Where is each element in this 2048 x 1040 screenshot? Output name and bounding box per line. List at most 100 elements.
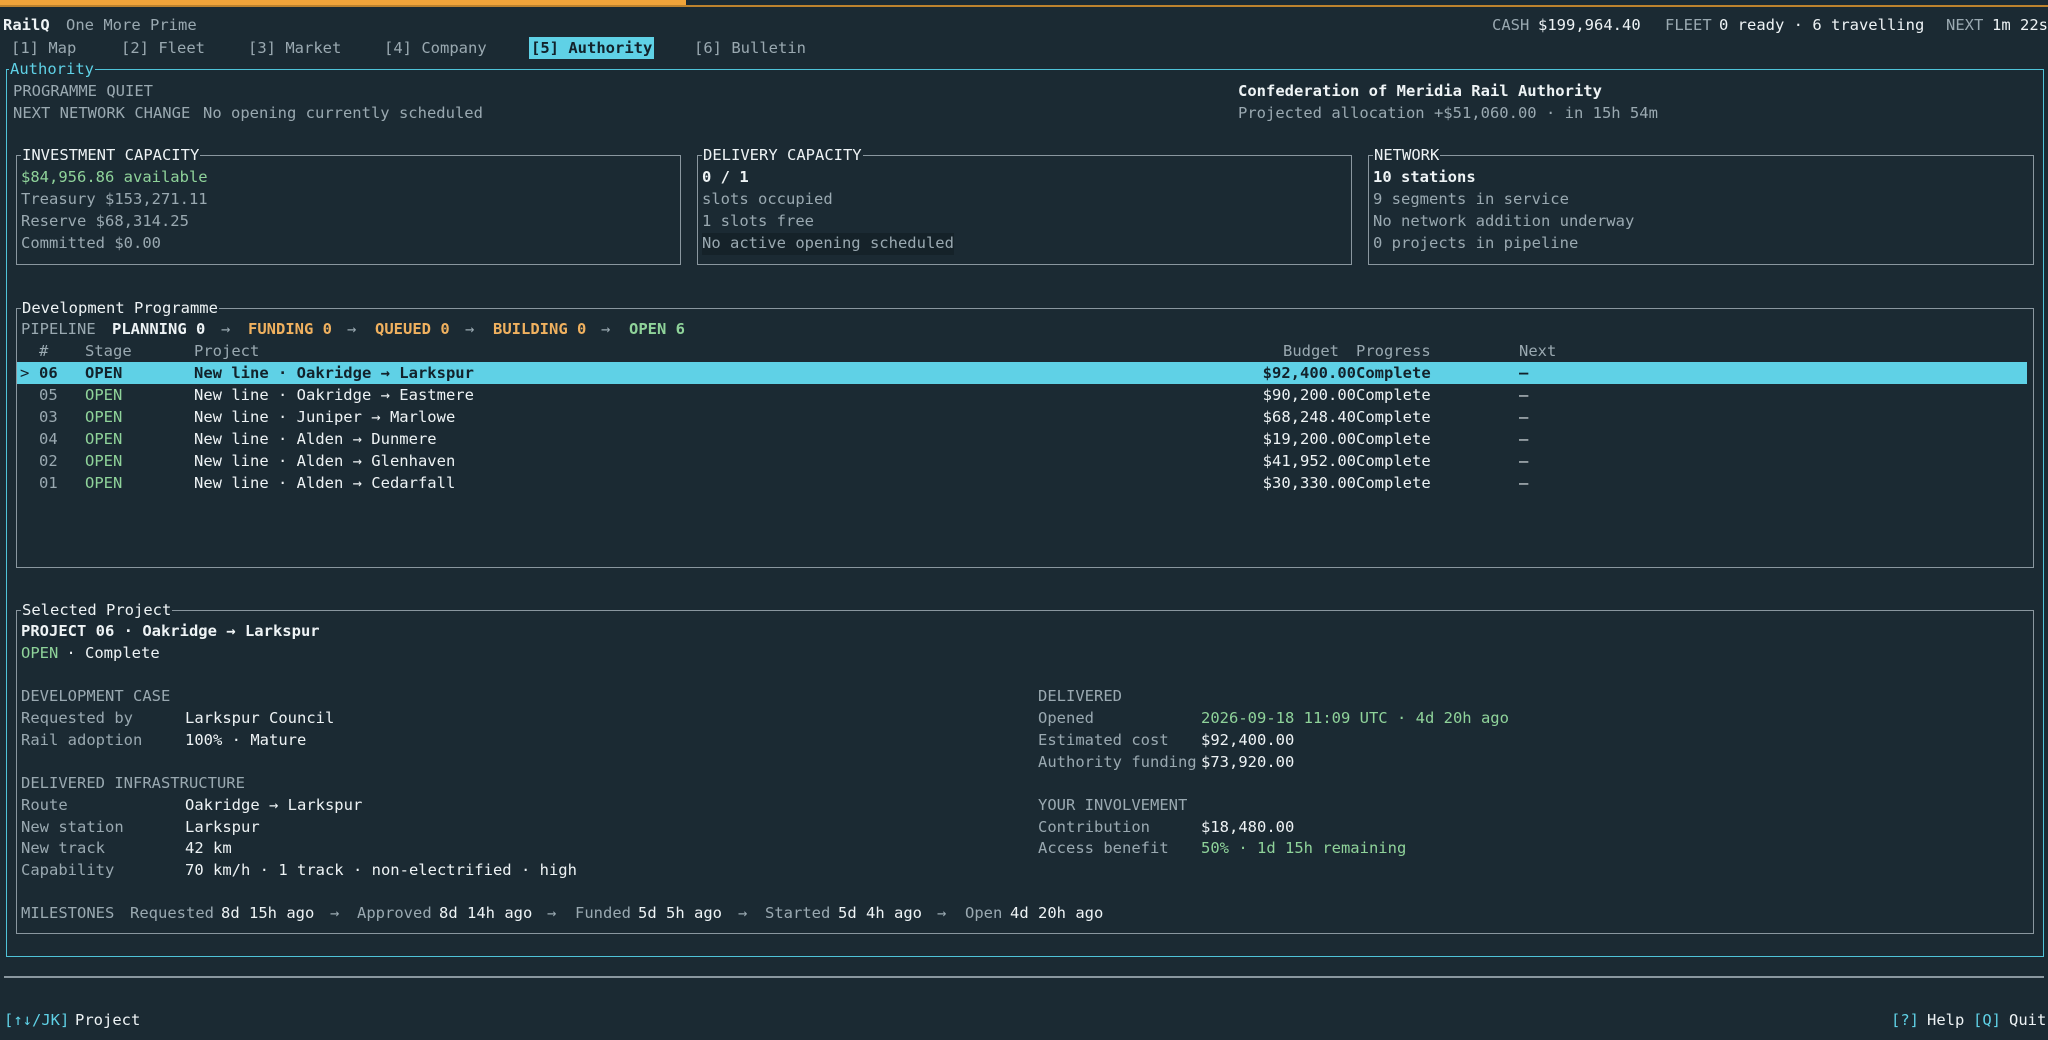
table-row[interactable]: 02 OPEN New line · Alden → Glenhaven $41… bbox=[17, 450, 2027, 472]
row-budget: $68,248.40 bbox=[1262, 408, 1356, 426]
help-key[interactable]: [?] bbox=[1891, 1010, 1919, 1032]
col-budget: Budget bbox=[1283, 342, 1339, 360]
cash-value: $199,964.40 bbox=[1538, 16, 1641, 34]
pipeline-building: BUILDING 0 bbox=[493, 320, 587, 338]
row-stage: OPEN bbox=[85, 430, 123, 448]
quit-key[interactable]: [Q] bbox=[1973, 1010, 2001, 1032]
network-segments: 9 segments in service bbox=[1373, 190, 1569, 208]
investment-treasury: Treasury $153,271.11 bbox=[21, 190, 208, 208]
col-progress: Progress bbox=[1356, 342, 1431, 360]
row-num: 06 bbox=[39, 364, 58, 382]
row-stage: OPEN bbox=[85, 474, 123, 492]
route-value: Oakridge → Larkspur bbox=[185, 796, 363, 814]
row-budget: $92,400.00 bbox=[1262, 364, 1356, 382]
row-budget: $30,330.00 bbox=[1262, 474, 1356, 492]
tab-market[interactable]: [3] Market bbox=[248, 37, 341, 59]
table-row[interactable]: > 06 OPEN New line · Oakridge → Larkspur… bbox=[17, 362, 2027, 384]
row-budget: $19,200.00 bbox=[1262, 430, 1356, 448]
delivery-occupied: slots occupied bbox=[702, 190, 833, 208]
your-involvement-title: YOUR INVOLVEMENT bbox=[1038, 796, 1188, 814]
pipeline-label: PIPELINE bbox=[21, 320, 96, 338]
delivery-free: 1 slots free bbox=[702, 212, 814, 230]
row-next: — bbox=[1519, 474, 1529, 492]
milestone-arrow: → bbox=[937, 904, 947, 922]
milestone-funded-value: 5d 5h ago bbox=[638, 904, 722, 922]
milestone-open-label: Open bbox=[965, 904, 1003, 922]
table-row[interactable]: 03 OPEN New line · Juniper → Marlowe $68… bbox=[17, 406, 2027, 428]
selected-project-title: Selected Project bbox=[21, 599, 173, 621]
footer-divider bbox=[4, 976, 2044, 978]
estimated-cost-value: $92,400.00 bbox=[1201, 731, 1295, 749]
investment-committed: Committed $0.00 bbox=[21, 234, 161, 252]
row-project: New line · Oakridge → Larkspur bbox=[194, 364, 474, 382]
milestone-started-value: 5d 4h ago bbox=[838, 904, 922, 922]
next-change-value: No opening currently scheduled bbox=[203, 104, 483, 122]
new-station-label: New station bbox=[21, 818, 124, 836]
table-row[interactable]: 01 OPEN New line · Alden → Cedarfall $30… bbox=[17, 472, 2027, 494]
investment-available: $84,956.86 available bbox=[21, 168, 208, 186]
rail-adoption-label: Rail adoption bbox=[21, 731, 143, 749]
milestone-requested-label: Requested bbox=[130, 904, 214, 922]
milestone-started-label: Started bbox=[765, 904, 831, 922]
row-progress: Complete bbox=[1356, 452, 1431, 470]
row-num: 02 bbox=[39, 452, 58, 470]
access-benefit-value: 50% · 1d 15h remaining bbox=[1201, 839, 1407, 857]
milestone-approved-label: Approved bbox=[357, 904, 432, 922]
access-benefit-label: Access benefit bbox=[1038, 839, 1169, 857]
help-label[interactable]: Help bbox=[1927, 1010, 1964, 1032]
network-projects: 0 projects in pipeline bbox=[1373, 234, 1579, 252]
tab-authority[interactable]: [5] Authority bbox=[529, 37, 655, 59]
table-row[interactable]: 05 OPEN New line · Oakridge → Eastmere $… bbox=[17, 384, 2027, 406]
milestones-label: MILESTONES bbox=[21, 904, 115, 922]
row-stage: OPEN bbox=[85, 452, 123, 470]
development-programme-title: Development Programme bbox=[21, 297, 219, 319]
quit-label[interactable]: Quit bbox=[2009, 1010, 2046, 1032]
selected-project-status: · Complete bbox=[57, 644, 160, 662]
opened-label: Opened bbox=[1038, 709, 1094, 727]
nav-keys-hint: [↑↓/JK] bbox=[4, 1011, 70, 1029]
network-title: NETWORK bbox=[1373, 144, 1441, 166]
tab-company[interactable]: [4] Company bbox=[384, 37, 487, 59]
delivery-slots: 0 / 1 bbox=[702, 168, 749, 186]
fleet-label: FLEET bbox=[1665, 16, 1712, 34]
app-subtitle: One More Prime bbox=[66, 16, 197, 34]
investment-reserve: Reserve $68,314.25 bbox=[21, 212, 189, 230]
contribution-value: $18,480.00 bbox=[1201, 818, 1295, 836]
new-track-value: 42 km bbox=[185, 839, 232, 857]
col-project: Project bbox=[194, 342, 260, 360]
row-num: 05 bbox=[39, 386, 58, 404]
row-progress: Complete bbox=[1356, 364, 1431, 382]
development-case-title: DEVELOPMENT CASE bbox=[21, 687, 171, 705]
capability-label: Capability bbox=[21, 861, 115, 879]
route-label: Route bbox=[21, 796, 68, 814]
row-progress: Complete bbox=[1356, 386, 1431, 404]
tab-map[interactable]: [1] Map bbox=[11, 37, 76, 59]
tab-fleet[interactable]: [2] Fleet bbox=[121, 37, 205, 59]
top-divider bbox=[0, 5, 2048, 7]
authority-funding-value: $73,920.00 bbox=[1201, 753, 1295, 771]
table-row[interactable]: 04 OPEN New line · Alden → Dunmere $19,2… bbox=[17, 428, 2027, 450]
authority-org-name: Confederation of Meridia Rail Authority bbox=[1238, 82, 1602, 100]
nav-keys-label: Project bbox=[75, 1011, 141, 1029]
tab-bulletin[interactable]: [6] Bulletin bbox=[694, 37, 806, 59]
pipeline-planning: PLANNING 0 bbox=[112, 320, 206, 338]
projected-allocation: Projected allocation +$51,060.00 · in 15… bbox=[1238, 104, 1658, 122]
milestone-arrow: → bbox=[330, 904, 340, 922]
delivery-capacity-title: DELIVERY CAPACITY bbox=[702, 144, 863, 166]
milestone-arrow: → bbox=[547, 904, 557, 922]
row-project: New line · Oakridge → Eastmere bbox=[194, 386, 474, 404]
contribution-label: Contribution bbox=[1038, 818, 1150, 836]
rail-adoption-value: 100% · Mature bbox=[185, 731, 307, 749]
next-label: NEXT bbox=[1946, 16, 1984, 34]
row-project: New line · Alden → Cedarfall bbox=[194, 474, 456, 492]
col-next: Next bbox=[1519, 342, 1557, 360]
pipeline-funding: FUNDING 0 bbox=[248, 320, 332, 338]
pipeline-arrow: → bbox=[601, 320, 611, 338]
pipeline-queued: QUEUED 0 bbox=[375, 320, 450, 338]
row-progress: Complete bbox=[1356, 474, 1431, 492]
network-stations: 10 stations bbox=[1373, 168, 1476, 186]
row-marker: > bbox=[20, 364, 30, 382]
network-addition: No network addition underway bbox=[1373, 212, 1635, 230]
row-next: — bbox=[1519, 408, 1529, 426]
capability-value: 70 km/h · 1 track · non-electrified · hi… bbox=[185, 861, 577, 879]
